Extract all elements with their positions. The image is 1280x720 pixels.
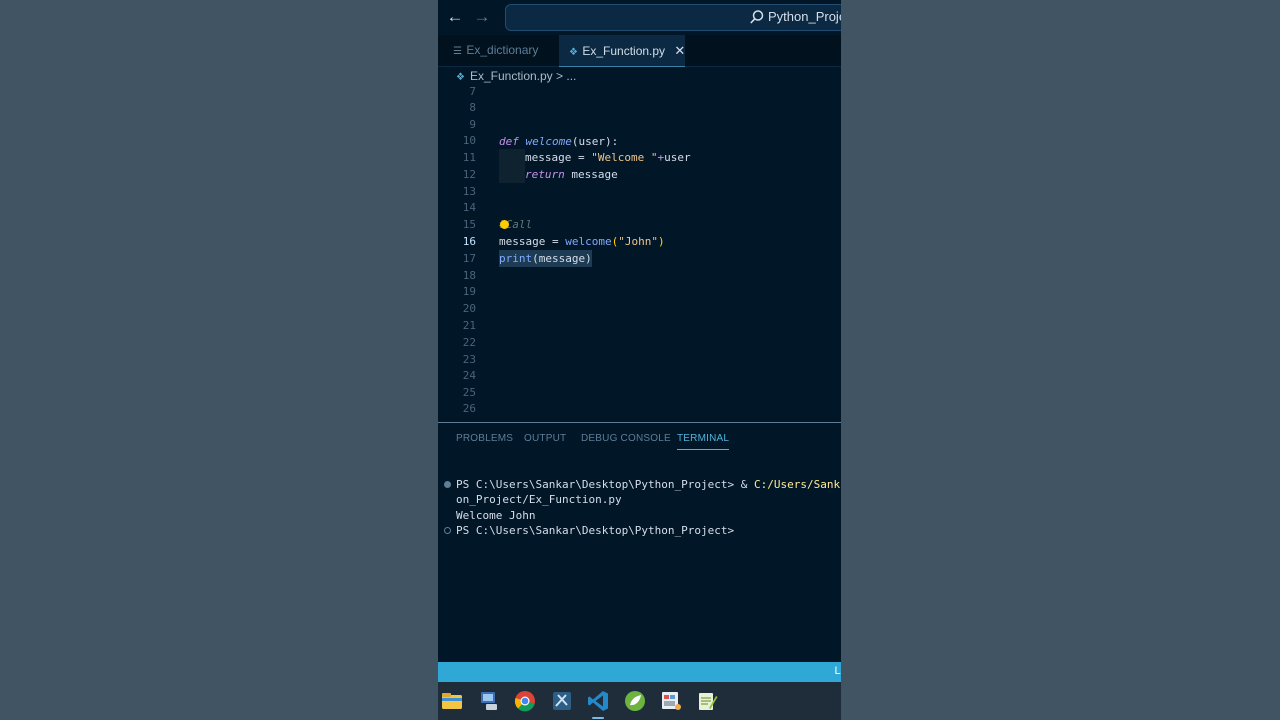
command-pending-dot-icon[interactable] (444, 527, 451, 534)
code-line-active: 16 print(message) (438, 233, 841, 267)
code-line: 11 return message (438, 149, 841, 183)
code-line: 26 (438, 400, 841, 417)
code-line: 18 (438, 267, 841, 284)
search-icon (750, 10, 764, 24)
line-number: 22 (462, 336, 476, 349)
active-app-indicator (592, 717, 604, 719)
code-line: 24 (438, 367, 841, 384)
line-number: 18 (462, 269, 476, 282)
network-icon[interactable] (478, 690, 500, 712)
terminal-prompt: PS C:\Users\Sankar\Desktop\Python_Projec… (456, 478, 755, 491)
code-line: 8 (438, 99, 841, 116)
tab-ex-function[interactable]: ❖ Ex_Function.py ✕ (559, 35, 685, 67)
line-number: 24 (462, 369, 476, 382)
line-number: 10 (462, 134, 476, 147)
code-line: 20 (438, 300, 841, 317)
search-text: Python_Proje (768, 9, 841, 24)
code-line: 17 (438, 250, 841, 267)
python-file-icon: ❖ (569, 47, 578, 58)
code-line: 9 def welcome(user): (438, 116, 841, 148)
taskbar (438, 682, 841, 720)
spring-tool-icon[interactable] (624, 690, 646, 712)
command-success-dot-icon[interactable] (444, 481, 451, 488)
line-number: 9 (469, 118, 476, 131)
tab-terminal[interactable]: TERMINAL (677, 433, 730, 450)
line-number: 12 (462, 168, 476, 181)
notepad-plus-plus-icon[interactable] (696, 690, 718, 712)
command-center-search[interactable]: Python_Proje (505, 4, 841, 31)
vscode-window: ← → Python_Proje ☰ Ex_dictionary ❖ Ex_Fu… (438, 0, 841, 720)
breadcrumb-separator: > (556, 69, 564, 83)
tab-output[interactable]: OUTPUT (524, 433, 566, 444)
tab-ex-dictionary[interactable]: ☰ Ex_dictionary (438, 35, 558, 66)
code-line: 21 (438, 317, 841, 334)
terminal-command-path: C:/Users/Sank (754, 478, 841, 491)
python-file-icon: ❖ (456, 72, 465, 83)
code-line: 7 (438, 83, 841, 100)
line-number: 7 (469, 85, 476, 98)
code-line: 19 (438, 283, 841, 300)
code-editor[interactable]: 7 8 9 def welcome(user): 10 message = "W… (438, 83, 841, 422)
line-number: 14 (462, 201, 476, 214)
line-number: 13 (462, 185, 476, 198)
bottom-panel: PROBLEMS OUTPUT DEBUG CONSOLE TERMINAL P… (438, 422, 841, 663)
line-number: 20 (462, 302, 476, 315)
chrome-icon[interactable] (514, 690, 536, 712)
tab-label: Ex_Function.py (582, 44, 666, 58)
line-number: 16 (462, 235, 476, 248)
line-number: 15 (462, 218, 476, 231)
tab-debug-console[interactable]: DEBUG CONSOLE (581, 433, 671, 444)
code-line: 13 (438, 183, 841, 200)
editor-tabs: ☰ Ex_dictionary ❖ Ex_Function.py ✕ (438, 35, 841, 67)
terminal-line: PS C:\Users\Sankar\Desktop\Python_Projec… (456, 478, 840, 491)
file-explorer-icon[interactable] (441, 690, 463, 712)
code-line: 12 (438, 166, 841, 183)
breadcrumb-more[interactable]: ... (566, 69, 576, 83)
vscode-icon[interactable] (587, 690, 609, 712)
forward-arrow-icon[interactable]: → (471, 6, 493, 28)
tab-label: Ex_dictionary (466, 43, 539, 57)
lightbulb-icon[interactable] (500, 220, 509, 229)
code-line: 15 message = welcome("John") (438, 216, 841, 248)
code-line: 25 (438, 384, 841, 401)
terminal-output: Welcome John (456, 509, 536, 522)
snipping-tool-icon[interactable] (551, 690, 573, 712)
tab-problems[interactable]: PROBLEMS (456, 433, 513, 444)
code-line: 14 #Call (438, 199, 841, 231)
back-arrow-icon[interactable]: ← (444, 6, 466, 28)
list-icon: ☰ (453, 46, 462, 57)
terminal-line: on_Project/Ex_Function.py (456, 493, 622, 506)
line-number: 25 (462, 386, 476, 399)
code-line: 22 (438, 334, 841, 351)
code-line: 10 message = "Welcome "+user (438, 132, 841, 166)
line-number: 11 (462, 151, 476, 164)
line-number: 23 (462, 353, 476, 366)
line-number: 8 (469, 101, 476, 114)
status-bar: Li (438, 662, 841, 682)
code-line: 23 (438, 351, 841, 368)
line-number: 26 (462, 402, 476, 415)
terminal-prompt[interactable]: PS C:\Users\Sankar\Desktop\Python_Projec… (456, 524, 734, 537)
line-number: 21 (462, 319, 476, 332)
title-bar: ← → Python_Proje (438, 0, 841, 34)
status-cursor-position[interactable]: Li (834, 665, 841, 677)
line-number: 19 (462, 285, 476, 298)
line-number: 17 (462, 252, 476, 265)
paint-icon[interactable] (660, 690, 682, 712)
breadcrumb-file[interactable]: Ex_Function.py (470, 69, 553, 83)
close-icon[interactable]: ✕ (674, 43, 685, 58)
